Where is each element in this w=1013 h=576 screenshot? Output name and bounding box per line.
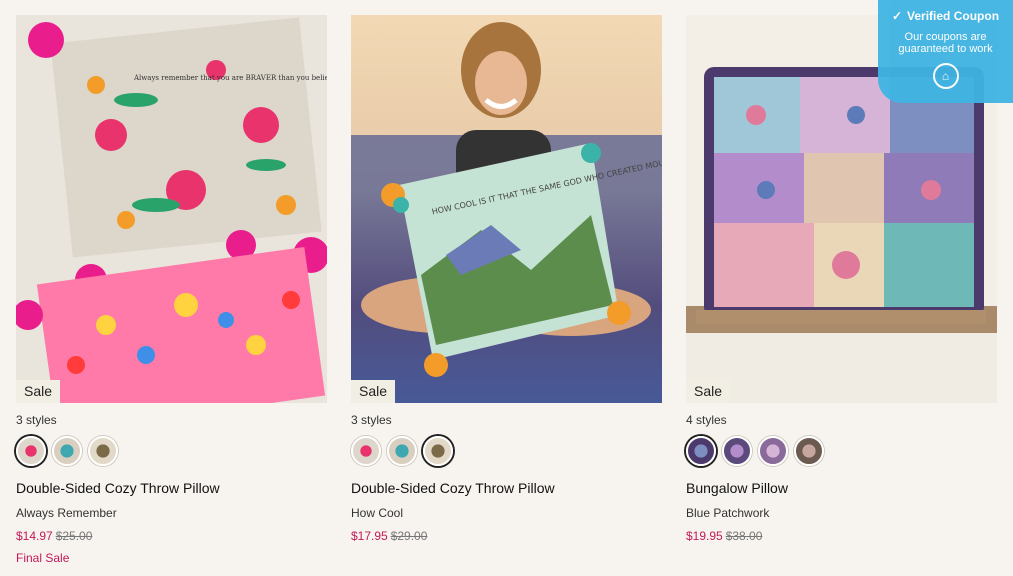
- style-swatches: [351, 436, 662, 466]
- verified-coupon-widget[interactable]: ✓ Verified Coupon Our coupons are guaran…: [878, 0, 1013, 103]
- product-variant: Always Remember: [16, 506, 117, 520]
- price: $17.95 $29.00: [351, 529, 662, 543]
- swatch-style-1[interactable]: [351, 436, 381, 466]
- sale-price: $17.95: [351, 529, 388, 543]
- sale-price: $19.95: [686, 529, 723, 543]
- original-price: $25.00: [55, 529, 93, 543]
- product-variant: Blue Patchwork: [686, 506, 770, 520]
- model-illustration: HOW COOL IS IT THAT THE SAME GOD WHO CRE…: [351, 22, 662, 403]
- original-price: $38.00: [725, 529, 763, 543]
- product-card[interactable]: Always remember that you are BRAVER than…: [16, 15, 327, 565]
- coupon-text: Our coupons are guaranteed to work: [898, 31, 993, 55]
- coupon-logo-icon[interactable]: ⌂: [932, 63, 959, 89]
- product-title[interactable]: Double-Sided Cozy Throw Pillow: [351, 480, 662, 496]
- swatch-style-3[interactable]: [88, 436, 118, 466]
- styles-count: 3 styles: [351, 413, 392, 427]
- swatch-style-2[interactable]: [722, 436, 752, 466]
- product-variant: How Cool: [351, 506, 404, 520]
- styles-count: 4 styles: [686, 413, 727, 427]
- style-swatches: [686, 436, 997, 466]
- product-title[interactable]: Double-Sided Cozy Throw Pillow: [16, 480, 327, 496]
- sale-badge: Sale: [16, 380, 61, 403]
- swatch-style-2[interactable]: [52, 436, 82, 466]
- swatch-blue-patchwork[interactable]: [686, 436, 716, 466]
- pillow-text: Always remember that you are BRAVER than…: [133, 74, 327, 82]
- sale-badge: Sale: [351, 380, 396, 403]
- product-image[interactable]: Always remember that you are BRAVER than…: [16, 15, 327, 403]
- original-price: $29.00: [390, 529, 428, 543]
- swatch-style-3[interactable]: [758, 436, 788, 466]
- sale-badge: Sale: [686, 380, 731, 403]
- product-card[interactable]: HOW COOL IS IT THAT THE SAME GOD WHO CRE…: [351, 15, 662, 543]
- swatch-how-cool[interactable]: [423, 436, 453, 466]
- product-title[interactable]: Bungalow Pillow: [686, 480, 997, 496]
- check-circle-icon: ✓: [891, 9, 903, 23]
- style-swatches: [16, 436, 327, 466]
- sale-price: $14.97: [16, 529, 53, 543]
- price: $19.95 $38.00: [686, 529, 997, 543]
- price: $14.97 $25.00: [16, 529, 327, 543]
- final-sale-label: Final Sale: [16, 551, 70, 565]
- styles-count: 3 styles: [16, 413, 57, 427]
- product-image[interactable]: HOW COOL IS IT THAT THE SAME GOD WHO CRE…: [351, 15, 662, 403]
- pillow-illustration: Always remember that you are BRAVER than…: [16, 17, 327, 403]
- swatch-always-remember[interactable]: [16, 436, 46, 466]
- swatch-style-2[interactable]: [387, 436, 417, 466]
- coupon-title: Verified Coupon: [907, 9, 1000, 23]
- swatch-style-4[interactable]: [794, 436, 824, 466]
